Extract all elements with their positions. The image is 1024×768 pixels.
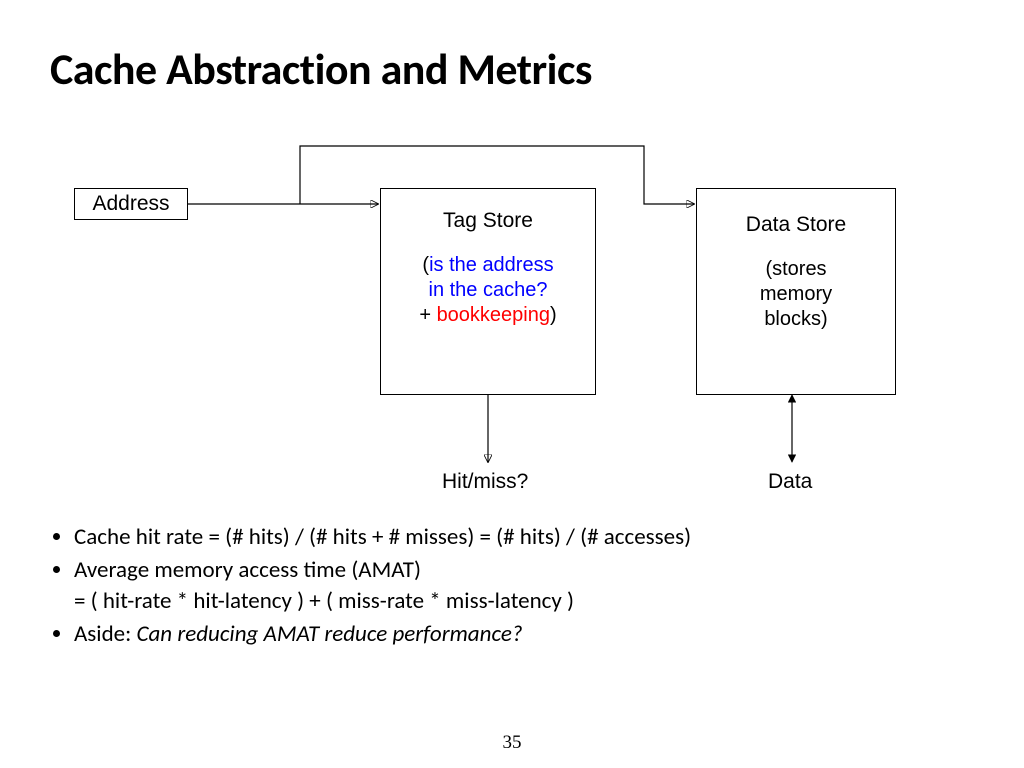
data-store-box: Data Store (stores memory blocks) — [696, 188, 896, 395]
bullet-1: Cache hit rate = (# hits) / (# hits + # … — [74, 522, 691, 553]
bullet-3-prefix: Aside: — [74, 620, 136, 648]
hitmiss-label: Hit/miss? — [442, 470, 528, 494]
tag-store-heading: Tag Store — [443, 209, 533, 232]
data-store-l2: memory — [760, 283, 832, 305]
tag-store-q1: is the address — [429, 254, 554, 276]
data-store-l1: (stores — [765, 258, 826, 280]
tag-store-q2: in the cache? — [429, 279, 548, 301]
data-store-l3: blocks) — [764, 308, 827, 330]
bullet-3: Aside: Can reducing AMAT reduce performa… — [74, 619, 691, 650]
bullet-2a: Average memory access time (AMAT) — [74, 556, 421, 584]
bullet-2b: = ( hit-rate * hit-latency ) + ( miss-ra… — [74, 587, 574, 615]
slide-title: Cache Abstraction and Metrics — [50, 42, 592, 96]
bullet-2: Average memory access time (AMAT) = ( hi… — [74, 555, 691, 617]
page-number: 35 — [0, 732, 1024, 754]
address-box: Address — [74, 188, 188, 220]
tag-store-bookkeeping: bookkeeping — [437, 304, 550, 326]
data-label: Data — [768, 470, 812, 494]
data-store-heading: Data Store — [746, 213, 846, 236]
bullet-3-italic: Can reducing AMAT reduce performance? — [136, 620, 522, 648]
bullet-list: Cache hit rate = (# hits) / (# hits + # … — [52, 522, 691, 652]
tag-store-box: Tag Store (is the address in the cache? … — [380, 188, 596, 395]
tag-store-plus: + — [419, 304, 436, 326]
